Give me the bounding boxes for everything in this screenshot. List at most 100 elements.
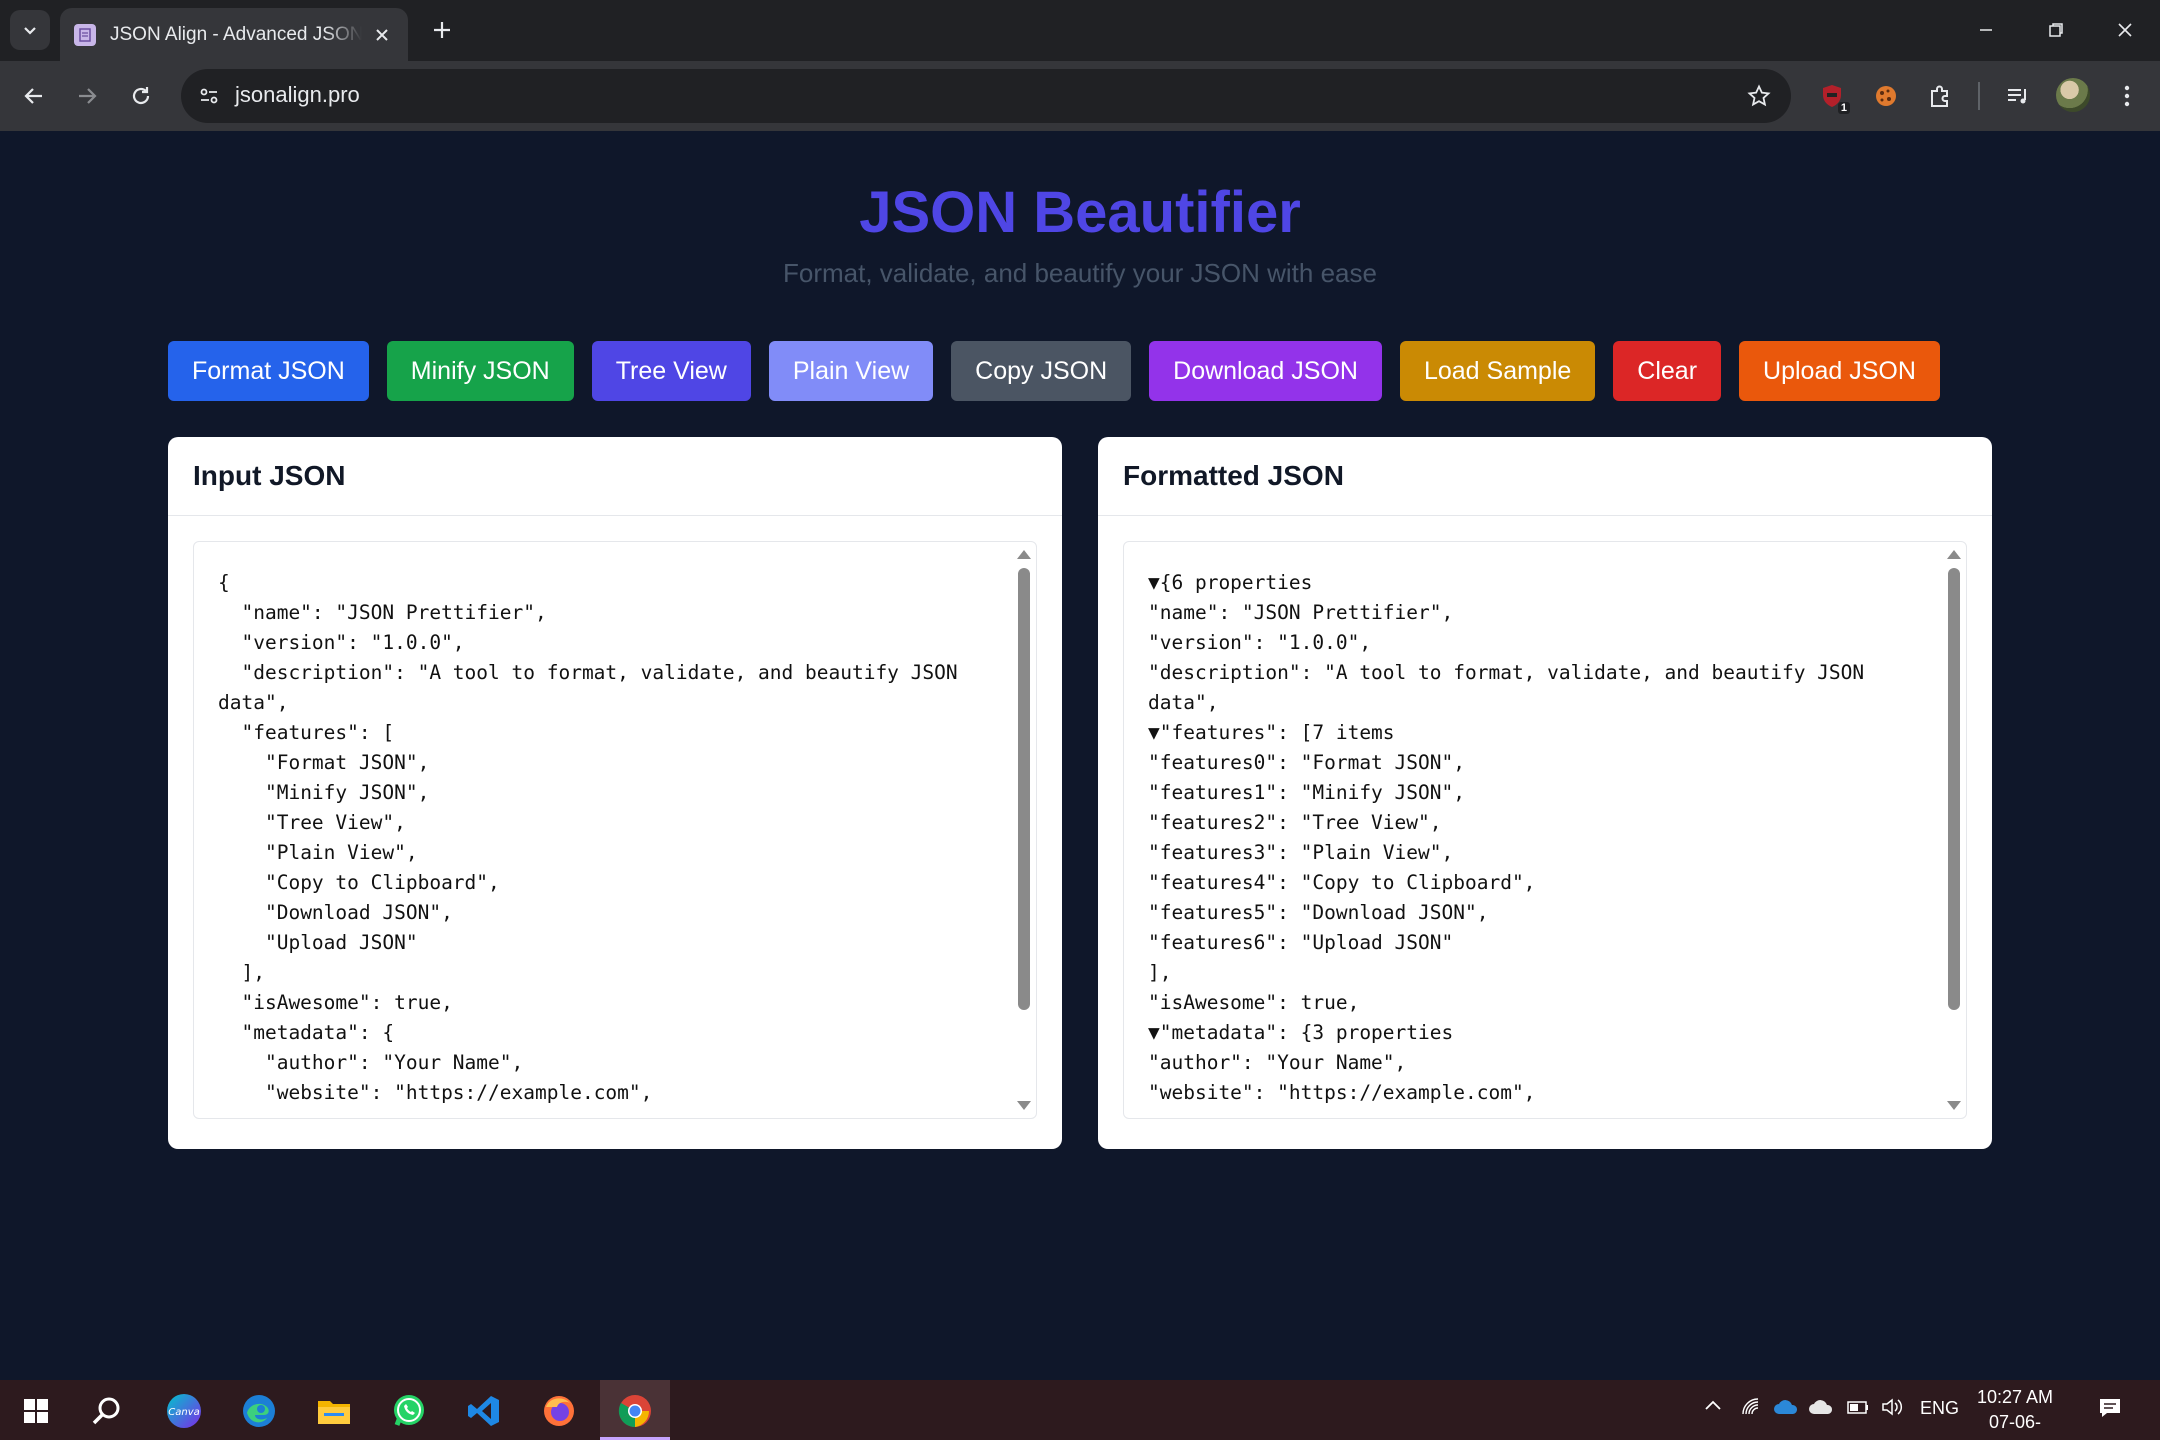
code-line: "description": "A tool to format, valida… bbox=[1148, 661, 1865, 684]
clock-date: 07-06-2025 bbox=[1988, 1412, 2042, 1440]
close-window-button[interactable] bbox=[2107, 12, 2143, 48]
minimize-icon bbox=[1980, 29, 1992, 31]
notification-center-icon[interactable] bbox=[2097, 1395, 2123, 1426]
close-icon bbox=[2118, 23, 2132, 37]
browser-tab-active[interactable]: JSON Align - Advanced JSON Beautifier bbox=[60, 8, 408, 61]
onedrive-blue-icon[interactable] bbox=[1773, 1398, 1799, 1421]
copy-json-button[interactable]: Copy JSON bbox=[951, 341, 1132, 401]
language-indicator[interactable]: ENG bbox=[1920, 1398, 1959, 1419]
input-json-code: { "name": "JSON Prettifier", "version": … bbox=[218, 568, 996, 1108]
output-scrollbar[interactable] bbox=[1942, 542, 1966, 1118]
code-line: "Plain View", bbox=[218, 841, 418, 864]
edge-browser-icon[interactable] bbox=[235, 1387, 283, 1435]
profile-avatar[interactable] bbox=[2056, 78, 2090, 112]
new-tab-button[interactable] bbox=[424, 12, 460, 48]
code-line: ▼"features": [7 items bbox=[1148, 721, 1395, 744]
format-json-button[interactable]: Format JSON bbox=[168, 341, 369, 401]
back-button[interactable] bbox=[14, 76, 54, 116]
restore-button[interactable] bbox=[2038, 12, 2074, 48]
code-line: "features2": "Tree View", bbox=[1148, 811, 1442, 834]
volume-icon[interactable] bbox=[1880, 1396, 1904, 1423]
scrollbar-thumb[interactable] bbox=[1018, 568, 1030, 1010]
clear-button[interactable]: Clear bbox=[1613, 341, 1722, 401]
media-queue-icon bbox=[2008, 89, 2026, 104]
input-json-textarea[interactable]: { "name": "JSON Prettifier", "version": … bbox=[193, 541, 1037, 1119]
tab-search-button[interactable] bbox=[10, 10, 50, 50]
more-vertical-icon bbox=[2124, 85, 2130, 107]
onedrive-white-icon[interactable] bbox=[1808, 1398, 1834, 1421]
chevron-down-icon bbox=[24, 27, 36, 35]
browser-menu-button[interactable] bbox=[2107, 76, 2147, 116]
code-line: "features": [ bbox=[218, 721, 395, 744]
taskbar-search-button[interactable] bbox=[83, 1387, 131, 1435]
browser-toolbar: jsonalign.pro 1 bbox=[0, 61, 2160, 131]
output-panel-title: Formatted JSON bbox=[1123, 460, 1344, 491]
input-scrollbar[interactable] bbox=[1012, 542, 1036, 1118]
forward-button[interactable] bbox=[67, 76, 107, 116]
tab-close-icon[interactable] bbox=[370, 23, 394, 47]
input-panel-header: Input JSON bbox=[168, 437, 1062, 516]
code-line: "website": "https://example.com", bbox=[1148, 1081, 1536, 1104]
bookmark-star-icon[interactable] bbox=[1741, 78, 1777, 114]
file-explorer-icon[interactable] bbox=[310, 1387, 358, 1435]
code-line: "features6": "Upload JSON" bbox=[1148, 931, 1454, 954]
scroll-up-arrow-icon[interactable] bbox=[1017, 550, 1031, 559]
formatted-json-code: ▼{6 properties "name": "JSON Prettifier",… bbox=[1148, 568, 1926, 1108]
site-favicon-icon bbox=[74, 23, 96, 46]
scrollbar-thumb[interactable] bbox=[1948, 568, 1960, 1010]
code-line: { bbox=[218, 571, 230, 594]
code-line: "features4": "Copy to Clipboard", bbox=[1148, 871, 1536, 894]
extension-shield-button[interactable]: 1 bbox=[1812, 76, 1852, 116]
start-button[interactable] bbox=[12, 1387, 60, 1435]
extension-cookie-button[interactable] bbox=[1866, 76, 1906, 116]
extensions-menu-button[interactable] bbox=[1920, 76, 1960, 116]
formatted-json-panel: Formatted JSON ▼{6 properties "name": "JS… bbox=[1098, 437, 1992, 1149]
tree-view-button[interactable]: Tree View bbox=[591, 341, 751, 401]
address-bar[interactable]: jsonalign.pro bbox=[181, 69, 1791, 123]
taskbar-clock[interactable]: 10:27 AM 07-06-2025 bbox=[1970, 1385, 2060, 1440]
load-sample-button[interactable]: Load Sample bbox=[1399, 341, 1596, 401]
firefox-icon[interactable] bbox=[535, 1387, 583, 1435]
code-line: "Tree View", bbox=[218, 811, 406, 834]
chrome-icon[interactable] bbox=[611, 1387, 659, 1435]
code-line: "description": "A tool to format, valida… bbox=[218, 661, 958, 684]
input-json-panel: Input JSON { "name": "JSON Prettifier", … bbox=[168, 437, 1062, 1149]
canva-app-icon[interactable]: Canva bbox=[160, 1387, 208, 1435]
show-hidden-icons-button[interactable] bbox=[1703, 1396, 1723, 1421]
download-json-button[interactable]: Download JSON bbox=[1149, 341, 1382, 401]
whatsapp-icon[interactable] bbox=[385, 1387, 433, 1435]
browser-tab-strip: JSON Align - Advanced JSON Beautifier bbox=[0, 0, 2160, 61]
reload-button[interactable] bbox=[121, 76, 161, 116]
code-line: ], bbox=[1148, 961, 1172, 984]
upload-json-button[interactable]: Upload JSON bbox=[1739, 341, 1940, 401]
code-line: "Download JSON", bbox=[218, 901, 453, 924]
code-line: "features5": "Download JSON", bbox=[1148, 901, 1489, 924]
svg-text:Canva: Canva bbox=[168, 1407, 200, 1418]
page-title: JSON Beautifier bbox=[859, 180, 1301, 245]
page-content: JSON Beautifier Format, validate, and be… bbox=[0, 131, 2160, 1380]
clock-time: 10:27 AM bbox=[1976, 1387, 2054, 1407]
formatted-json-view[interactable]: ▼{6 properties "name": "JSON Prettifier",… bbox=[1123, 541, 1967, 1119]
scroll-down-arrow-icon[interactable] bbox=[1017, 1101, 1031, 1110]
minimize-button[interactable] bbox=[1968, 12, 2004, 48]
puzzle-icon bbox=[1931, 85, 1948, 107]
media-control-button[interactable] bbox=[1998, 76, 2038, 116]
minify-json-button[interactable]: Minify JSON bbox=[386, 341, 574, 401]
reload-icon bbox=[132, 87, 150, 105]
site-info-icon[interactable] bbox=[191, 78, 227, 114]
scroll-up-arrow-icon[interactable] bbox=[1947, 550, 1961, 559]
network-icon[interactable] bbox=[1740, 1396, 1762, 1423]
code-line: "Upload JSON" bbox=[218, 931, 418, 954]
tab-title: JSON Align - Advanced JSON Beautifier bbox=[110, 23, 362, 45]
code-line: "features3": "Plain View", bbox=[1148, 841, 1454, 864]
plain-view-button[interactable]: Plain View bbox=[768, 341, 934, 401]
scroll-down-arrow-icon[interactable] bbox=[1947, 1101, 1961, 1110]
url-text: jsonalign.pro bbox=[235, 82, 360, 107]
code-line: "Minify JSON", bbox=[218, 781, 430, 804]
chevron-up-icon bbox=[1705, 1400, 1721, 1410]
code-line: data", bbox=[218, 691, 289, 714]
battery-icon[interactable] bbox=[1845, 1398, 1871, 1421]
vscode-icon[interactable] bbox=[460, 1387, 508, 1435]
code-line: "isAwesome": true, bbox=[1148, 991, 1360, 1014]
extension-badge: 1 bbox=[1837, 102, 1850, 114]
